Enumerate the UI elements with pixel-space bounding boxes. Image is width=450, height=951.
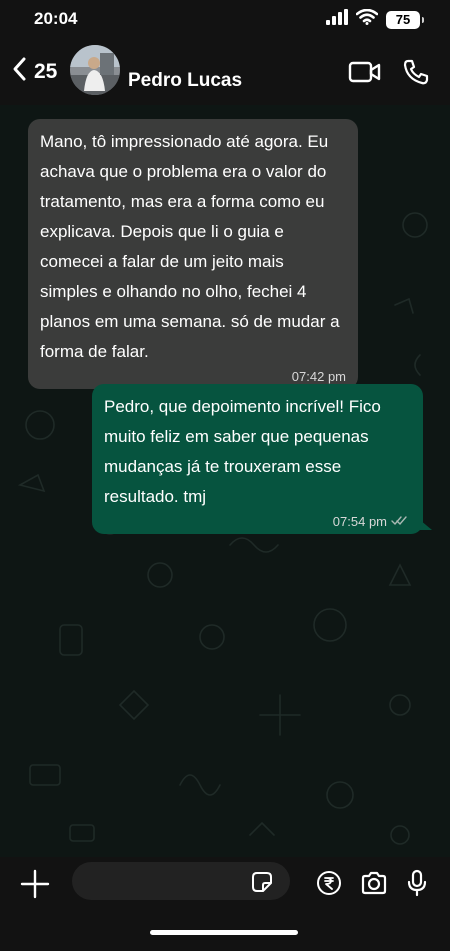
composer-bar (0, 857, 450, 951)
video-call-icon[interactable] (348, 60, 382, 89)
chat-area[interactable]: Mano, tô impressionado até agora. Eu ach… (0, 105, 450, 857)
home-indicator[interactable] (150, 930, 298, 935)
avatar[interactable] (70, 45, 120, 95)
camera-icon[interactable] (360, 870, 388, 901)
composer-actions (316, 869, 428, 902)
status-indicators: 75 (326, 8, 424, 30)
microphone-icon[interactable] (406, 869, 428, 902)
message-time: 07:54 pm (333, 514, 409, 530)
message-time: 07:42 pm (291, 369, 346, 384)
wifi-icon (355, 8, 379, 30)
rupee-payment-icon[interactable] (316, 870, 342, 901)
chat-header: 25 Pedro Lucas (0, 40, 450, 105)
status-time: 20:04 (34, 9, 78, 28)
header-actions (348, 58, 430, 91)
double-check-icon (391, 514, 409, 530)
status-bar: 20:04 75 (0, 0, 450, 40)
plus-icon[interactable] (20, 869, 50, 904)
contact-name[interactable]: Pedro Lucas (128, 70, 242, 92)
message-input-container[interactable] (72, 862, 290, 900)
message-text: Pedro, que depoimento incrível! Fico mui… (104, 397, 381, 506)
message-input[interactable] (86, 862, 246, 900)
phone-icon[interactable] (402, 58, 430, 91)
message-incoming[interactable]: Mano, tô impressionado até agora. Eu ach… (28, 119, 358, 389)
back-button[interactable]: 25 (10, 56, 57, 87)
sticker-icon[interactable] (250, 870, 274, 899)
message-outgoing[interactable]: Pedro, que depoimento incrível! Fico mui… (92, 384, 432, 534)
message-text: Mano, tô impressionado até agora. Eu ach… (40, 132, 340, 361)
unread-count: 25 (34, 59, 58, 83)
battery-indicator: 75 (386, 10, 424, 29)
signal-icon (326, 9, 348, 30)
chevron-left-icon (10, 56, 30, 87)
